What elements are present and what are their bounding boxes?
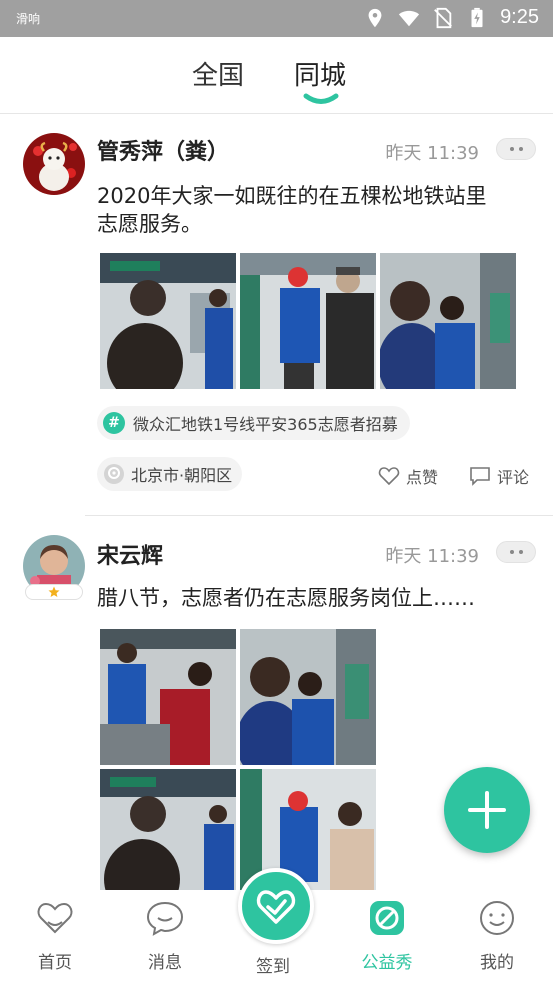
location-label: 北京市·朝阳区 [131,466,233,485]
nav-label: 我的 [480,953,514,973]
post-text: 腊八节，志愿者仍在志愿服务岗位上…… [97,584,527,612]
location-pin-icon [104,464,124,484]
post-photo[interactable] [240,629,376,765]
plus-icon [468,791,506,829]
scope-tabs: 全国 同城 [0,37,553,114]
member-badge [25,584,83,600]
nav-label: 消息 [148,953,182,973]
post-photo[interactable] [100,769,236,890]
checkin-label[interactable]: 签到 [256,952,290,977]
tab-same-city[interactable]: 同城 [294,55,346,92]
nav-profile[interactable]: 我的 [447,890,547,983]
post-photo[interactable] [240,253,376,389]
checkin-button[interactable] [238,868,314,944]
heart-hand-icon [256,890,296,924]
post-photo[interactable] [380,253,516,389]
topic-label: 微众汇地铁1号线平安365志愿者招募 [133,415,398,434]
hashtag-icon: # [103,412,125,434]
battery-charging-icon [471,7,483,27]
comment-icon [470,467,490,486]
more-options-button[interactable] [496,541,536,563]
post-time: 昨天 11:39 [385,143,479,164]
post-text-line: 腊八节，志愿者仍在志愿服务岗位上…… [97,586,475,610]
status-bar: 滑响 9:25 [0,0,553,37]
post-time: 昨天 11:39 [385,546,479,567]
smiley-face-icon [480,901,514,935]
post-text: 2020年大家一如既往的在五棵松地铁站里 志愿服务。 [97,182,527,238]
no-sim-icon [434,7,452,28]
status-icons: 9:25 [364,6,539,29]
post-photo[interactable] [100,629,236,765]
nav-home[interactable]: 首页 [5,890,105,983]
more-options-button[interactable] [496,138,536,160]
nav-messages[interactable]: 消息 [115,890,215,983]
comment-button[interactable]: 评论 [469,464,529,488]
author-name[interactable]: 宋云辉 [97,538,163,570]
nav-charity-show[interactable]: 公益秀 [337,890,437,983]
heart-outline-icon [378,467,400,486]
bottom-nav: 首页 消息 签到 公益秀 我的 [0,868,553,983]
wifi-icon [398,10,420,26]
nav-label: 公益秀 [361,953,413,973]
post-text-line: 2020年大家一如既往的在五棵松地铁站里 [97,184,487,208]
active-tab-indicator [303,93,339,104]
topic-tag[interactable]: # 微众汇地铁1号线平安365志愿者招募 [97,406,410,440]
create-post-button[interactable] [444,767,530,853]
heart-outline-icon [37,902,73,934]
tab-nationwide[interactable]: 全国 [192,55,244,92]
location-icon [368,8,382,27]
carrier-label: 滑响 [16,12,41,26]
like-label: 点赞 [406,468,439,487]
comment-label: 评论 [497,468,530,487]
post-text-line: 志愿服务。 [97,212,202,236]
location-tag[interactable]: 北京市·朝阳区 [97,457,243,491]
nav-label: 首页 [38,953,72,973]
clock: 9:25 [500,6,539,28]
star-icon [48,586,60,597]
avatar[interactable] [23,133,85,195]
post-card: 管秀萍（粪） 昨天 11:39 2020年大家一如既往的在五棵松地铁站里 志愿服… [0,114,553,516]
chat-bubble-icon [146,901,184,936]
camera-ring-icon [370,901,404,935]
like-button[interactable]: 点赞 [378,464,438,488]
author-name[interactable]: 管秀萍（粪） [97,134,229,166]
post-photo[interactable] [100,253,236,389]
